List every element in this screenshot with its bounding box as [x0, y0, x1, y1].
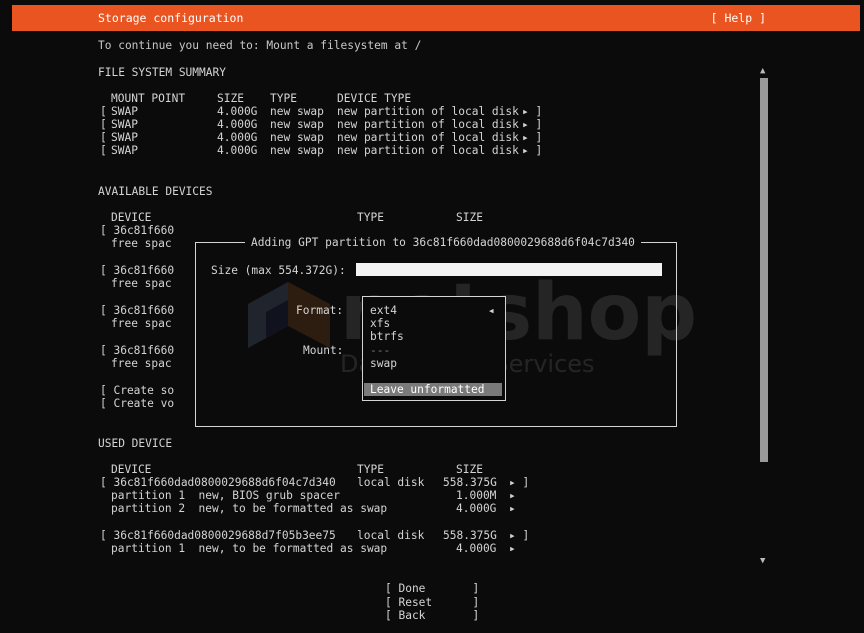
row-size: 4.000G: [217, 131, 258, 144]
row-size: 4.000G: [217, 144, 258, 157]
fs-col-mount: MOUNT POINT: [111, 92, 186, 105]
available-device[interactable]: [ 36c81f660: [100, 344, 174, 357]
back-button[interactable]: [ Back ]: [385, 609, 479, 622]
fs-summary-heading: FILE SYSTEM SUMMARY: [98, 66, 226, 79]
fs-col-size: SIZE: [217, 92, 244, 105]
create-software-raid-button[interactable]: [ Create so: [100, 384, 174, 397]
fs-col-device-type: DEVICE TYPE: [337, 92, 412, 105]
row-bracket: [: [100, 131, 107, 144]
scroll-down-icon[interactable]: ▼: [760, 556, 765, 566]
format-option-xfs[interactable]: xfs: [370, 317, 390, 330]
available-device-sub[interactable]: free spac: [111, 277, 172, 290]
avail-col-type: TYPE: [357, 211, 384, 224]
row-arrow[interactable]: ▸ ]: [522, 144, 542, 157]
row-bracket: [: [100, 144, 107, 157]
partition-name: partition 2 new, to be formatted as swap: [111, 502, 388, 515]
row-device: new partition of local disk: [337, 105, 519, 118]
avail-col-device: DEVICE: [111, 211, 152, 224]
reset-button[interactable]: [ Reset ]: [385, 596, 479, 609]
selected-marker-icon: ◂: [488, 304, 495, 317]
row-arrow[interactable]: ▸ ]: [522, 105, 542, 118]
available-device-sub[interactable]: free spac: [111, 317, 172, 330]
mount-label: Mount:: [303, 344, 344, 357]
size-input[interactable]: [356, 263, 662, 276]
row-bracket: [: [100, 118, 107, 131]
dialog-title: Adding GPT partition to 36c81f660dad0800…: [245, 236, 641, 249]
instruction-text: To continue you need to: Mount a filesys…: [98, 39, 422, 52]
size-label: Size (max 554.372G):: [211, 264, 346, 277]
done-button[interactable]: [ Done ]: [385, 582, 479, 595]
format-label: Format:: [296, 304, 344, 317]
create-volume-group-button[interactable]: [ Create vo: [100, 397, 174, 410]
row-mount: SWAP: [111, 144, 138, 157]
fs-col-type: TYPE: [270, 92, 297, 105]
available-device-sub[interactable]: free spac: [111, 237, 172, 250]
available-heading: AVAILABLE DEVICES: [98, 185, 213, 198]
header-bar: Storage configuration [ Help ]: [12, 5, 860, 31]
available-device[interactable]: [ 36c81f660: [100, 224, 174, 237]
row-mount: SWAP: [111, 105, 138, 118]
row-arrow[interactable]: ▸ ]: [522, 118, 542, 131]
partition-size: 4.000G: [456, 542, 497, 555]
used-col-type: TYPE: [357, 463, 384, 476]
format-option-leave-unformatted[interactable]: Leave unformatted: [364, 383, 502, 396]
used-disk-arrow[interactable]: ▸ ]: [509, 476, 529, 489]
used-disk-size: 558.375G: [443, 476, 497, 489]
partition-arrow[interactable]: ▸: [509, 489, 516, 502]
row-type: new swap: [270, 131, 324, 144]
used-heading: USED DEVICE: [98, 437, 173, 450]
partition-arrow[interactable]: ▸: [509, 542, 516, 555]
partition-name: partition 1 new, BIOS grub spacer: [111, 489, 341, 502]
help-button[interactable]: [ Help ]: [711, 11, 766, 25]
used-disk-size: 558.375G: [443, 529, 497, 542]
avail-col-size: SIZE: [456, 211, 483, 224]
available-device[interactable]: [ 36c81f660: [100, 304, 174, 317]
used-disk-arrow[interactable]: ▸ ]: [509, 529, 529, 542]
used-col-size: SIZE: [456, 463, 483, 476]
used-disk-name: [ 36c81f660dad0800029688d6f04c7d340: [100, 476, 336, 489]
format-option-swap[interactable]: swap: [370, 357, 397, 370]
row-size: 4.000G: [217, 105, 258, 118]
partition-size: 1.000M: [456, 489, 497, 502]
available-device-sub[interactable]: free spac: [111, 357, 172, 370]
partition-arrow[interactable]: ▸: [509, 502, 516, 515]
page-title: Storage configuration: [98, 11, 244, 25]
available-device[interactable]: [ 36c81f660: [100, 264, 174, 277]
format-option-ext4[interactable]: ext4: [370, 304, 397, 317]
row-type: new swap: [270, 118, 324, 131]
row-arrow[interactable]: ▸ ]: [522, 131, 542, 144]
partition-size: 4.000G: [456, 502, 497, 515]
row-bracket: [: [100, 105, 107, 118]
row-device: new partition of local disk: [337, 118, 519, 131]
row-mount: SWAP: [111, 118, 138, 131]
row-mount: SWAP: [111, 131, 138, 144]
row-type: new swap: [270, 105, 324, 118]
row-device: new partition of local disk: [337, 144, 519, 157]
scrollbar-thumb[interactable]: [760, 78, 768, 462]
used-col-device: DEVICE: [111, 463, 152, 476]
menu-separator: ---: [370, 344, 391, 357]
row-size: 4.000G: [217, 118, 258, 131]
row-device: new partition of local disk: [337, 131, 519, 144]
format-option-btrfs[interactable]: btrfs: [370, 330, 404, 343]
row-type: new swap: [270, 144, 324, 157]
used-disk-type: local disk: [357, 529, 425, 542]
used-disk-type: local disk: [357, 476, 425, 489]
scroll-up-icon[interactable]: ▲: [760, 66, 765, 76]
used-disk-name: [ 36c81f660dad0800029688d7f05b3ee75: [100, 529, 336, 542]
partition-name: partition 1 new, to be formatted as swap: [111, 542, 388, 555]
